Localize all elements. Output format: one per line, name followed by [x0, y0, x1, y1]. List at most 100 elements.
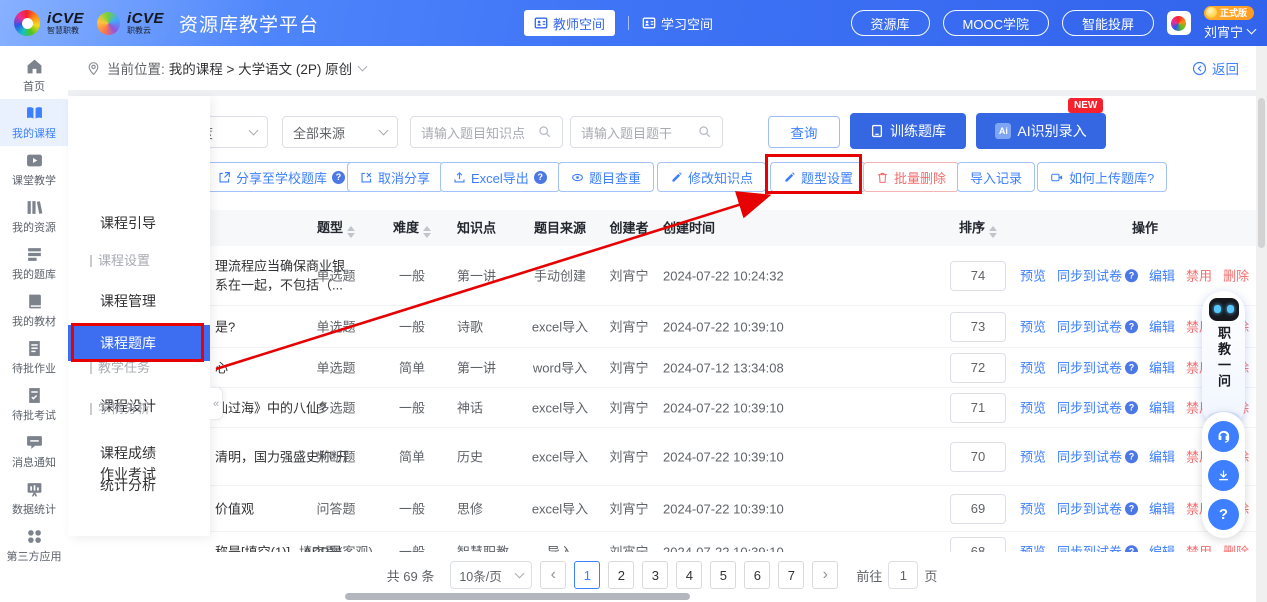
breadcrumb-path[interactable]: 我的课程 > 大学语文 (2P) 原创: [169, 58, 352, 78]
cancel-share-button[interactable]: 取消分享: [347, 162, 443, 192]
page-button-6[interactable]: 6: [744, 561, 770, 589]
col-header-question-type[interactable]: 题型: [296, 218, 376, 238]
preview-link[interactable]: 预览: [1020, 266, 1046, 286]
question-stem-search-input[interactable]: 请输入题目题干: [570, 116, 723, 148]
help-badge-icon[interactable]: ?: [1125, 401, 1138, 414]
submenu-item-course-question-bank[interactable]: 课程题库: [68, 325, 210, 361]
submenu-item-statistics-analysis[interactable]: 统计分析: [68, 471, 210, 499]
vertical-scrollbar-track[interactable]: [1256, 46, 1267, 602]
next-page-button[interactable]: ›: [812, 561, 838, 589]
resource-library-pill[interactable]: 资源库: [851, 10, 930, 36]
edit-link[interactable]: 编辑: [1149, 398, 1175, 418]
chevron-down-icon[interactable]: [358, 61, 368, 71]
help-badge-icon[interactable]: ?: [332, 171, 345, 184]
help-badge-icon[interactable]: ?: [534, 171, 547, 184]
order-input[interactable]: 72: [950, 353, 1006, 383]
sync-to-paper-link[interactable]: 同步到试卷?: [1057, 266, 1138, 286]
ai-recognition-button[interactable]: Ai AI识别录入: [976, 113, 1106, 149]
edit-link[interactable]: 编辑: [1149, 499, 1175, 519]
preview-link[interactable]: 预览: [1020, 317, 1046, 337]
sidebar-item-pending-homework[interactable]: 待批作业: [0, 334, 68, 381]
edit-link[interactable]: 编辑: [1149, 266, 1175, 286]
question-type-setting-button[interactable]: 题型设置: [770, 162, 866, 192]
submenu-item-course-guide[interactable]: 课程引导: [68, 209, 210, 237]
col-header-order[interactable]: 排序: [923, 218, 1033, 238]
mooc-academy-pill[interactable]: MOOC学院: [943, 10, 1049, 36]
help-badge-icon[interactable]: ?: [1125, 320, 1138, 333]
col-header-difficulty[interactable]: 难度: [374, 218, 450, 238]
sidebar-item-home[interactable]: 首页: [0, 52, 68, 99]
assistant-widget[interactable]: 职教一问: [1202, 291, 1245, 427]
preview-link[interactable]: 预览: [1020, 358, 1046, 378]
jump-page-input[interactable]: 1: [888, 561, 918, 589]
disable-link[interactable]: 禁用: [1186, 266, 1212, 286]
excel-export-button[interactable]: Excel导出 ?: [440, 162, 560, 192]
submenu-item-course-management[interactable]: 课程管理: [68, 287, 210, 315]
submenu-item-course-grades[interactable]: 课程成绩: [68, 439, 210, 467]
page-button-5[interactable]: 5: [710, 561, 736, 589]
sync-to-paper-link[interactable]: 同步到试卷?: [1057, 499, 1138, 519]
preview-link[interactable]: 预览: [1020, 398, 1046, 418]
sort-icon[interactable]: [989, 226, 997, 238]
sidebar-item-pending-exams[interactable]: 待批考试: [0, 381, 68, 428]
download-button[interactable]: [1208, 460, 1239, 491]
sync-to-paper-link[interactable]: 同步到试卷?: [1057, 317, 1138, 337]
source-select[interactable]: 全部来源: [282, 116, 398, 148]
page-button-1[interactable]: 1: [574, 561, 600, 589]
help-badge-icon[interactable]: ?: [1125, 361, 1138, 374]
teacher-space-button[interactable]: 教师空间: [524, 10, 615, 36]
page-button-4[interactable]: 4: [676, 561, 702, 589]
user-menu[interactable]: 刘宵宁: [1204, 22, 1255, 41]
order-input[interactable]: 74: [950, 261, 1006, 291]
page-button-2[interactable]: 2: [608, 561, 634, 589]
query-button[interactable]: 查询: [768, 116, 840, 148]
horizontal-scrollbar[interactable]: [345, 593, 690, 600]
sidebar-item-my-textbooks[interactable]: 我的教材: [0, 287, 68, 334]
learning-space-link[interactable]: 学习空间: [642, 14, 713, 33]
page-button-7[interactable]: 7: [778, 561, 804, 589]
batch-delete-button[interactable]: 批量删除: [863, 162, 959, 192]
sidebar-item-my-courses[interactable]: 我的课程: [0, 99, 68, 146]
training-bank-button[interactable]: 训练题库: [850, 113, 966, 149]
vertical-scrollbar-thumb[interactable]: [1258, 98, 1265, 248]
sync-to-paper-link[interactable]: 同步到试卷?: [1057, 447, 1138, 467]
icve-app-icon[interactable]: [1167, 11, 1191, 35]
sidebar-item-messages[interactable]: 消息通知: [0, 428, 68, 475]
sidebar-item-data-statistics[interactable]: 数据统计: [0, 475, 68, 522]
preview-link[interactable]: 预览: [1020, 499, 1046, 519]
sidebar-item-third-party-apps[interactable]: 第三方应用: [0, 522, 68, 569]
prev-page-button[interactable]: ‹: [540, 561, 566, 589]
sidebar-item-my-resources[interactable]: 我的资源: [0, 193, 68, 240]
sync-to-paper-link[interactable]: 同步到试卷?: [1057, 358, 1138, 378]
share-to-school-bank-button[interactable]: 分享至学校题库 ?: [205, 162, 358, 192]
order-input[interactable]: 70: [950, 442, 1006, 472]
page-button-3[interactable]: 3: [642, 561, 668, 589]
customer-service-button[interactable]: [1208, 421, 1239, 452]
help-badge-icon[interactable]: ?: [1125, 450, 1138, 463]
smart-cast-pill[interactable]: 智能投屏: [1062, 10, 1154, 36]
edit-knowledge-point-button[interactable]: 修改知识点: [657, 162, 766, 192]
order-input[interactable]: 73: [950, 312, 1006, 342]
edit-link[interactable]: 编辑: [1149, 317, 1175, 337]
how-to-upload-button[interactable]: 如何上传题库?: [1037, 162, 1167, 192]
help-badge-icon[interactable]: ?: [1125, 502, 1138, 515]
order-input[interactable]: 69: [950, 494, 1006, 524]
edit-link[interactable]: 编辑: [1149, 358, 1175, 378]
duplicate-check-button[interactable]: 题目查重: [558, 162, 654, 192]
sync-to-paper-link[interactable]: 同步到试卷?: [1057, 398, 1138, 418]
sort-icon[interactable]: [423, 226, 431, 238]
help-badge-icon[interactable]: ?: [1125, 269, 1138, 282]
help-button[interactable]: ?: [1208, 499, 1239, 530]
submenu-collapse-button[interactable]: «: [210, 387, 223, 420]
back-button[interactable]: 返回: [1192, 58, 1239, 78]
edit-link[interactable]: 编辑: [1149, 447, 1175, 467]
sidebar-item-classroom[interactable]: 课堂教学: [0, 146, 68, 193]
page-size-select[interactable]: 10条/页: [450, 561, 532, 589]
knowledge-point-search-input[interactable]: 请输入题目知识点: [410, 116, 563, 148]
order-input[interactable]: 71: [950, 393, 1006, 423]
import-log-button[interactable]: 导入记录: [957, 162, 1035, 192]
sort-icon[interactable]: [347, 226, 355, 238]
preview-link[interactable]: 预览: [1020, 447, 1046, 467]
sidebar-item-my-question-bank[interactable]: 我的题库: [0, 240, 68, 287]
delete-link[interactable]: 删除: [1223, 266, 1249, 286]
